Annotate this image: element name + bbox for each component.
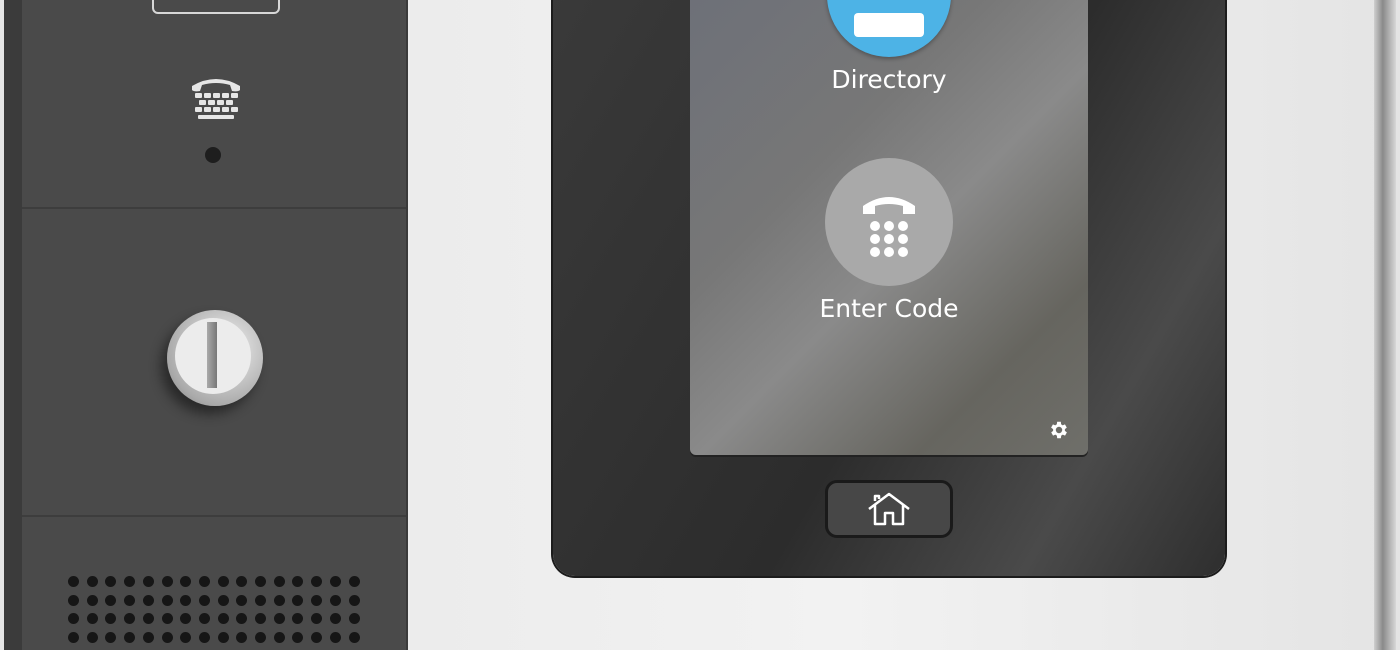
speaker-hole [68, 576, 79, 587]
speaker-hole [68, 594, 79, 606]
speaker-hole [329, 576, 341, 587]
speaker-hole [292, 594, 304, 606]
speaker-hole [198, 631, 210, 643]
speaker-hole [311, 631, 323, 643]
panel-divider [22, 515, 406, 517]
speaker-hole [348, 613, 360, 624]
speaker-hole [255, 631, 266, 643]
speaker-hole [217, 613, 229, 624]
panel-edge [4, 0, 24, 650]
speaker-hole [329, 594, 341, 606]
key-lock-icon[interactable] [167, 310, 263, 406]
speaker-hole [255, 594, 266, 606]
microphone-hole [205, 147, 221, 163]
speaker-hole [217, 631, 229, 643]
speaker-hole [348, 631, 360, 643]
speaker-hole [68, 631, 79, 643]
speaker-hole [236, 631, 248, 643]
speaker-hole [273, 594, 285, 606]
speaker-hole [273, 613, 285, 624]
speaker-hole [217, 576, 229, 587]
speaker-hole [68, 613, 79, 624]
enter-code-label: Enter Code [819, 294, 959, 323]
speaker-hole [105, 631, 117, 643]
speaker-hole [161, 594, 173, 606]
frame-edge [1374, 0, 1396, 650]
keyway [207, 322, 217, 388]
speaker-hole [198, 613, 210, 624]
speaker-hole [255, 576, 266, 587]
speaker-hole [124, 631, 136, 643]
directory-button[interactable]: Directory [690, 0, 1088, 94]
speaker-hole [86, 631, 98, 643]
speaker-hole [329, 613, 341, 624]
home-icon [868, 492, 910, 526]
camera-window [152, 0, 280, 14]
speaker-hole [161, 631, 173, 643]
speaker-hole [86, 576, 98, 587]
speaker-hole [142, 576, 154, 587]
panel-divider [22, 207, 406, 209]
speaker-hole [161, 576, 173, 587]
keypad-phone-icon [825, 158, 953, 286]
enter-code-button[interactable]: Enter Code [690, 158, 1088, 323]
speaker-hole [348, 576, 360, 587]
directory-label: Directory [831, 65, 947, 94]
speaker-hole [198, 576, 210, 587]
speaker-hole [292, 631, 304, 643]
speaker-hole [86, 594, 98, 606]
speaker-hole [255, 613, 266, 624]
speaker-hole [180, 594, 192, 606]
speaker-hole [273, 631, 285, 643]
speaker-hole [273, 576, 285, 587]
gear-icon[interactable] [1048, 419, 1070, 441]
speaker-hole [142, 631, 154, 643]
speaker-hole [348, 594, 360, 606]
touchscreen: Directory Enter Code [690, 0, 1088, 455]
speaker-hole [124, 594, 136, 606]
speaker-hole [329, 631, 341, 643]
directory-icon [827, 0, 951, 57]
speaker-hole [236, 594, 248, 606]
speaker-hole [180, 631, 192, 643]
speaker-hole [198, 594, 210, 606]
speaker-hole [311, 594, 323, 606]
tty-icon [192, 79, 240, 119]
speaker-hole [217, 594, 229, 606]
home-button[interactable] [825, 480, 953, 538]
lock-face [175, 318, 251, 394]
speaker-hole [142, 594, 154, 606]
speaker-hole [142, 613, 154, 624]
speaker-hole [86, 613, 98, 624]
speaker-hole [161, 613, 173, 624]
speaker-hole [105, 594, 117, 606]
